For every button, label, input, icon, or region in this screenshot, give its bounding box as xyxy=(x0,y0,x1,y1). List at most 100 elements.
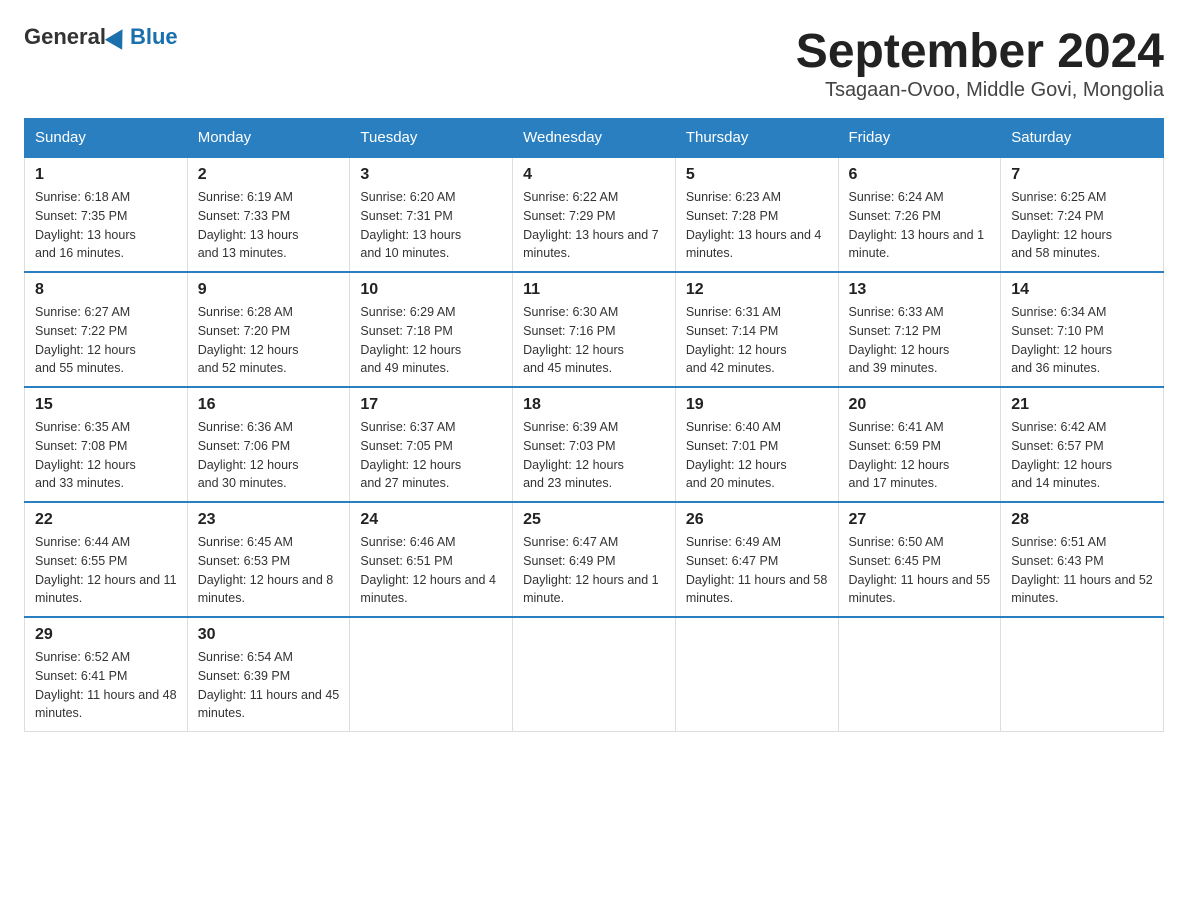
day-number: 22 xyxy=(35,511,177,529)
calendar-subtitle: Tsagaan-Ovoo, Middle Govi, Mongolia xyxy=(796,79,1164,102)
day-info: Sunrise: 6:35 AM Sunset: 7:08 PM Dayligh… xyxy=(35,418,177,493)
table-row: 9 Sunrise: 6:28 AM Sunset: 7:20 PM Dayli… xyxy=(187,272,350,387)
logo: General Blue xyxy=(24,24,178,50)
day-info: Sunrise: 6:42 AM Sunset: 6:57 PM Dayligh… xyxy=(1011,418,1153,493)
table-row: 23 Sunrise: 6:45 AM Sunset: 6:53 PM Dayl… xyxy=(187,502,350,617)
logo-blue-text: Blue xyxy=(130,24,178,50)
page-header: General Blue September 2024 Tsagaan-Ovoo… xyxy=(24,24,1164,102)
table-row: 14 Sunrise: 6:34 AM Sunset: 7:10 PM Dayl… xyxy=(1001,272,1164,387)
day-number: 25 xyxy=(523,511,665,529)
day-number: 9 xyxy=(198,281,340,299)
calendar-week-row: 8 Sunrise: 6:27 AM Sunset: 7:22 PM Dayli… xyxy=(25,272,1164,387)
day-info: Sunrise: 6:41 AM Sunset: 6:59 PM Dayligh… xyxy=(849,418,991,493)
day-number: 20 xyxy=(849,396,991,414)
day-number: 11 xyxy=(523,281,665,299)
day-info: Sunrise: 6:23 AM Sunset: 7:28 PM Dayligh… xyxy=(686,188,828,263)
day-number: 6 xyxy=(849,166,991,184)
day-info: Sunrise: 6:20 AM Sunset: 7:31 PM Dayligh… xyxy=(360,188,502,263)
day-info: Sunrise: 6:24 AM Sunset: 7:26 PM Dayligh… xyxy=(849,188,991,263)
logo-triangle-icon xyxy=(105,24,131,50)
day-info: Sunrise: 6:51 AM Sunset: 6:43 PM Dayligh… xyxy=(1011,533,1153,608)
day-number: 19 xyxy=(686,396,828,414)
table-row: 2 Sunrise: 6:19 AM Sunset: 7:33 PM Dayli… xyxy=(187,157,350,272)
table-row: 3 Sunrise: 6:20 AM Sunset: 7:31 PM Dayli… xyxy=(350,157,513,272)
day-info: Sunrise: 6:36 AM Sunset: 7:06 PM Dayligh… xyxy=(198,418,340,493)
table-row: 5 Sunrise: 6:23 AM Sunset: 7:28 PM Dayli… xyxy=(675,157,838,272)
day-number: 16 xyxy=(198,396,340,414)
day-info: Sunrise: 6:19 AM Sunset: 7:33 PM Dayligh… xyxy=(198,188,340,263)
day-number: 30 xyxy=(198,626,340,644)
day-number: 10 xyxy=(360,281,502,299)
day-number: 2 xyxy=(198,166,340,184)
table-row: 4 Sunrise: 6:22 AM Sunset: 7:29 PM Dayli… xyxy=(513,157,676,272)
table-row: 26 Sunrise: 6:49 AM Sunset: 6:47 PM Dayl… xyxy=(675,502,838,617)
calendar-week-row: 15 Sunrise: 6:35 AM Sunset: 7:08 PM Dayl… xyxy=(25,387,1164,502)
day-number: 5 xyxy=(686,166,828,184)
day-number: 27 xyxy=(849,511,991,529)
table-row: 19 Sunrise: 6:40 AM Sunset: 7:01 PM Dayl… xyxy=(675,387,838,502)
day-number: 18 xyxy=(523,396,665,414)
day-info: Sunrise: 6:28 AM Sunset: 7:20 PM Dayligh… xyxy=(198,303,340,378)
header-tuesday: Tuesday xyxy=(350,119,513,158)
day-number: 28 xyxy=(1011,511,1153,529)
table-row: 13 Sunrise: 6:33 AM Sunset: 7:12 PM Dayl… xyxy=(838,272,1001,387)
table-row: 6 Sunrise: 6:24 AM Sunset: 7:26 PM Dayli… xyxy=(838,157,1001,272)
header-sunday: Sunday xyxy=(25,119,188,158)
day-info: Sunrise: 6:44 AM Sunset: 6:55 PM Dayligh… xyxy=(35,533,177,608)
table-row: 15 Sunrise: 6:35 AM Sunset: 7:08 PM Dayl… xyxy=(25,387,188,502)
table-row: 27 Sunrise: 6:50 AM Sunset: 6:45 PM Dayl… xyxy=(838,502,1001,617)
header-thursday: Thursday xyxy=(675,119,838,158)
day-info: Sunrise: 6:29 AM Sunset: 7:18 PM Dayligh… xyxy=(360,303,502,378)
day-info: Sunrise: 6:30 AM Sunset: 7:16 PM Dayligh… xyxy=(523,303,665,378)
day-number: 3 xyxy=(360,166,502,184)
table-row: 30 Sunrise: 6:54 AM Sunset: 6:39 PM Dayl… xyxy=(187,617,350,732)
table-row xyxy=(350,617,513,732)
day-info: Sunrise: 6:50 AM Sunset: 6:45 PM Dayligh… xyxy=(849,533,991,608)
table-row: 16 Sunrise: 6:36 AM Sunset: 7:06 PM Dayl… xyxy=(187,387,350,502)
day-number: 21 xyxy=(1011,396,1153,414)
day-info: Sunrise: 6:46 AM Sunset: 6:51 PM Dayligh… xyxy=(360,533,502,608)
day-number: 29 xyxy=(35,626,177,644)
table-row xyxy=(838,617,1001,732)
header-friday: Friday xyxy=(838,119,1001,158)
table-row: 10 Sunrise: 6:29 AM Sunset: 7:18 PM Dayl… xyxy=(350,272,513,387)
table-row: 7 Sunrise: 6:25 AM Sunset: 7:24 PM Dayli… xyxy=(1001,157,1164,272)
table-row xyxy=(513,617,676,732)
table-row: 24 Sunrise: 6:46 AM Sunset: 6:51 PM Dayl… xyxy=(350,502,513,617)
table-row: 1 Sunrise: 6:18 AM Sunset: 7:35 PM Dayli… xyxy=(25,157,188,272)
calendar-header-row: Sunday Monday Tuesday Wednesday Thursday… xyxy=(25,119,1164,158)
day-number: 8 xyxy=(35,281,177,299)
day-info: Sunrise: 6:27 AM Sunset: 7:22 PM Dayligh… xyxy=(35,303,177,378)
table-row: 21 Sunrise: 6:42 AM Sunset: 6:57 PM Dayl… xyxy=(1001,387,1164,502)
day-number: 17 xyxy=(360,396,502,414)
day-info: Sunrise: 6:22 AM Sunset: 7:29 PM Dayligh… xyxy=(523,188,665,263)
day-info: Sunrise: 6:25 AM Sunset: 7:24 PM Dayligh… xyxy=(1011,188,1153,263)
table-row xyxy=(675,617,838,732)
table-row: 11 Sunrise: 6:30 AM Sunset: 7:16 PM Dayl… xyxy=(513,272,676,387)
day-number: 4 xyxy=(523,166,665,184)
table-row: 25 Sunrise: 6:47 AM Sunset: 6:49 PM Dayl… xyxy=(513,502,676,617)
table-row: 22 Sunrise: 6:44 AM Sunset: 6:55 PM Dayl… xyxy=(25,502,188,617)
table-row: 17 Sunrise: 6:37 AM Sunset: 7:05 PM Dayl… xyxy=(350,387,513,502)
day-info: Sunrise: 6:47 AM Sunset: 6:49 PM Dayligh… xyxy=(523,533,665,608)
day-info: Sunrise: 6:54 AM Sunset: 6:39 PM Dayligh… xyxy=(198,648,340,723)
table-row: 28 Sunrise: 6:51 AM Sunset: 6:43 PM Dayl… xyxy=(1001,502,1164,617)
logo-general-text: General xyxy=(24,24,106,50)
day-info: Sunrise: 6:39 AM Sunset: 7:03 PM Dayligh… xyxy=(523,418,665,493)
table-row: 29 Sunrise: 6:52 AM Sunset: 6:41 PM Dayl… xyxy=(25,617,188,732)
table-row: 8 Sunrise: 6:27 AM Sunset: 7:22 PM Dayli… xyxy=(25,272,188,387)
title-section: September 2024 Tsagaan-Ovoo, Middle Govi… xyxy=(796,24,1164,102)
table-row: 18 Sunrise: 6:39 AM Sunset: 7:03 PM Dayl… xyxy=(513,387,676,502)
header-saturday: Saturday xyxy=(1001,119,1164,158)
table-row: 12 Sunrise: 6:31 AM Sunset: 7:14 PM Dayl… xyxy=(675,272,838,387)
calendar-title: September 2024 xyxy=(796,24,1164,79)
calendar-week-row: 1 Sunrise: 6:18 AM Sunset: 7:35 PM Dayli… xyxy=(25,157,1164,272)
day-number: 7 xyxy=(1011,166,1153,184)
day-info: Sunrise: 6:34 AM Sunset: 7:10 PM Dayligh… xyxy=(1011,303,1153,378)
day-number: 15 xyxy=(35,396,177,414)
header-wednesday: Wednesday xyxy=(513,119,676,158)
day-number: 23 xyxy=(198,511,340,529)
table-row xyxy=(1001,617,1164,732)
day-info: Sunrise: 6:33 AM Sunset: 7:12 PM Dayligh… xyxy=(849,303,991,378)
day-number: 1 xyxy=(35,166,177,184)
